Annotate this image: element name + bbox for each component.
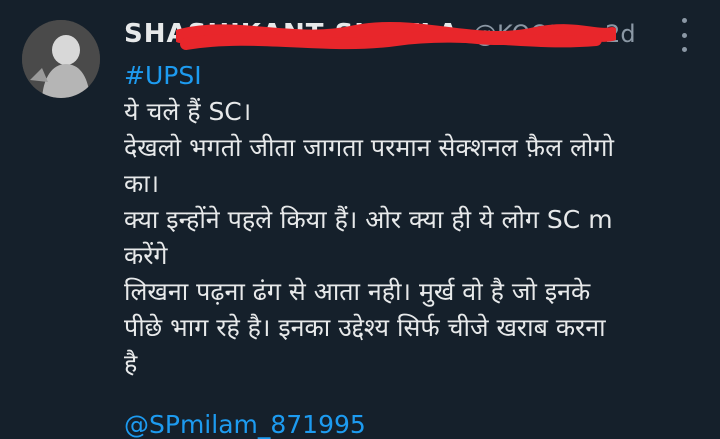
tweet-line: पीछे भाग रहे है। इनका उद्देश्य सिर्फ चीज… [124,313,606,342]
avatar-image [22,20,100,98]
separator-dot: · [591,20,600,48]
timestamp[interactable]: 2d [605,20,636,48]
tweet-line: का। [124,169,160,198]
hashtag-link[interactable]: #UPSI [124,58,704,94]
tweet-card[interactable]: SHASHIKANT SHUKLA @KOOL... · 2d #UPSI ये… [0,0,720,439]
more-vertical-icon [681,18,687,23]
tweet-line: करेंगे [124,241,168,270]
tweet-line: है [124,349,138,378]
tweet-line: क्या इन्होंने पहले किया हैं। ओर क्या ही … [124,205,613,234]
display-name[interactable]: SHASHIKANT SHUKLA [124,19,459,49]
tweet-header: SHASHIKANT SHUKLA @KOOL... · 2d [124,14,700,54]
more-vertical-icon [681,47,687,52]
avatar[interactable] [22,20,100,98]
more-vertical-icon [681,32,687,38]
tweet-line: ये चले हैं SC। [124,97,252,126]
tweet-line: देखलो भगतो जीता जागता परमान सेक्शनल फ़ैल… [124,133,614,162]
tweet-text: #UPSI ये चले हैं SC। देखलो भगतो जीता जाग… [124,58,704,382]
tweet-line: लिखना पढ़ना ढंग से आता नही। मुर्ख वो है … [124,277,591,306]
more-options-button[interactable] [672,18,696,52]
user-handle[interactable]: @KOOL... [473,20,585,48]
mention-link[interactable]: @SPmilam_871995 [124,410,366,439]
